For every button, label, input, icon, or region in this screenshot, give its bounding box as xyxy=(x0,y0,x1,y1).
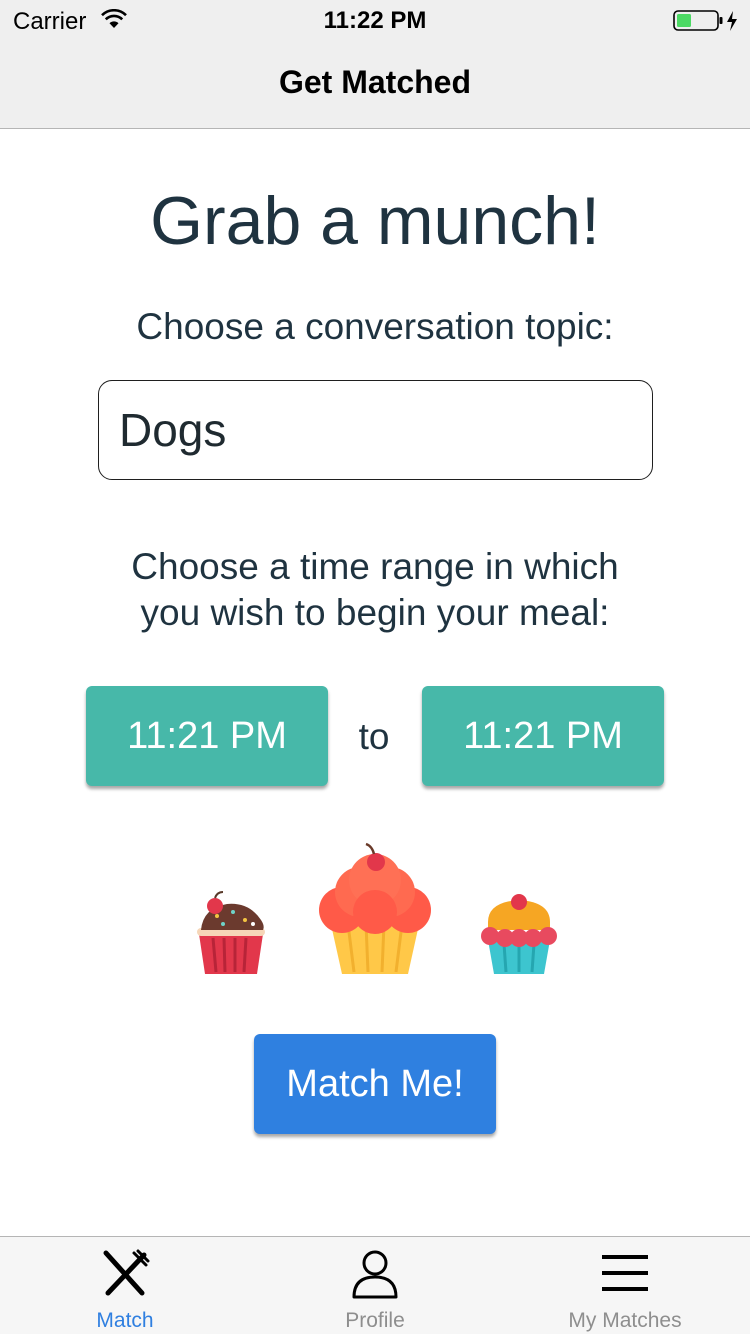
fork-knife-icon xyxy=(100,1249,150,1304)
headline: Grab a munch! xyxy=(150,183,600,259)
page-title: Get Matched xyxy=(278,64,472,100)
end-time-button[interactable]: 11:21 PM xyxy=(422,686,664,786)
tab-my-matches[interactable]: My Matches xyxy=(500,1237,750,1334)
time-prompt-line-1: Choose a time range in which xyxy=(131,546,619,587)
match-me-button[interactable]: Match Me! xyxy=(254,1034,496,1134)
status-bar: Carrier 11:22 PM xyxy=(0,0,750,40)
battery-icon xyxy=(673,9,743,38)
teal-cupcake-icon xyxy=(478,890,560,981)
tab-label-match: Match xyxy=(96,1309,154,1332)
menu-icon xyxy=(600,1249,650,1304)
time-range-prompt: Choose a time range in which you wish to… xyxy=(0,544,750,636)
start-time-button[interactable]: 11:21 PM xyxy=(86,686,328,786)
time-prompt-line-2: you wish to begin your meal: xyxy=(140,592,610,633)
nav-bar: Get Matched xyxy=(0,40,750,129)
tab-bar: Match Profile My Matches xyxy=(0,1236,750,1334)
topic-input[interactable] xyxy=(98,380,653,480)
status-time: 11:22 PM xyxy=(323,7,427,34)
tab-label-profile: Profile xyxy=(345,1309,405,1332)
tab-label-my-matches: My Matches xyxy=(568,1309,682,1332)
to-label: to xyxy=(358,716,390,757)
topic-prompt: Choose a conversation topic: xyxy=(136,306,614,347)
tab-profile[interactable]: Profile xyxy=(250,1237,500,1334)
orange-cupcake-icon xyxy=(316,842,434,981)
chocolate-cupcake-icon xyxy=(193,890,269,981)
tab-match[interactable]: Match xyxy=(0,1237,250,1334)
person-icon xyxy=(350,1249,400,1304)
